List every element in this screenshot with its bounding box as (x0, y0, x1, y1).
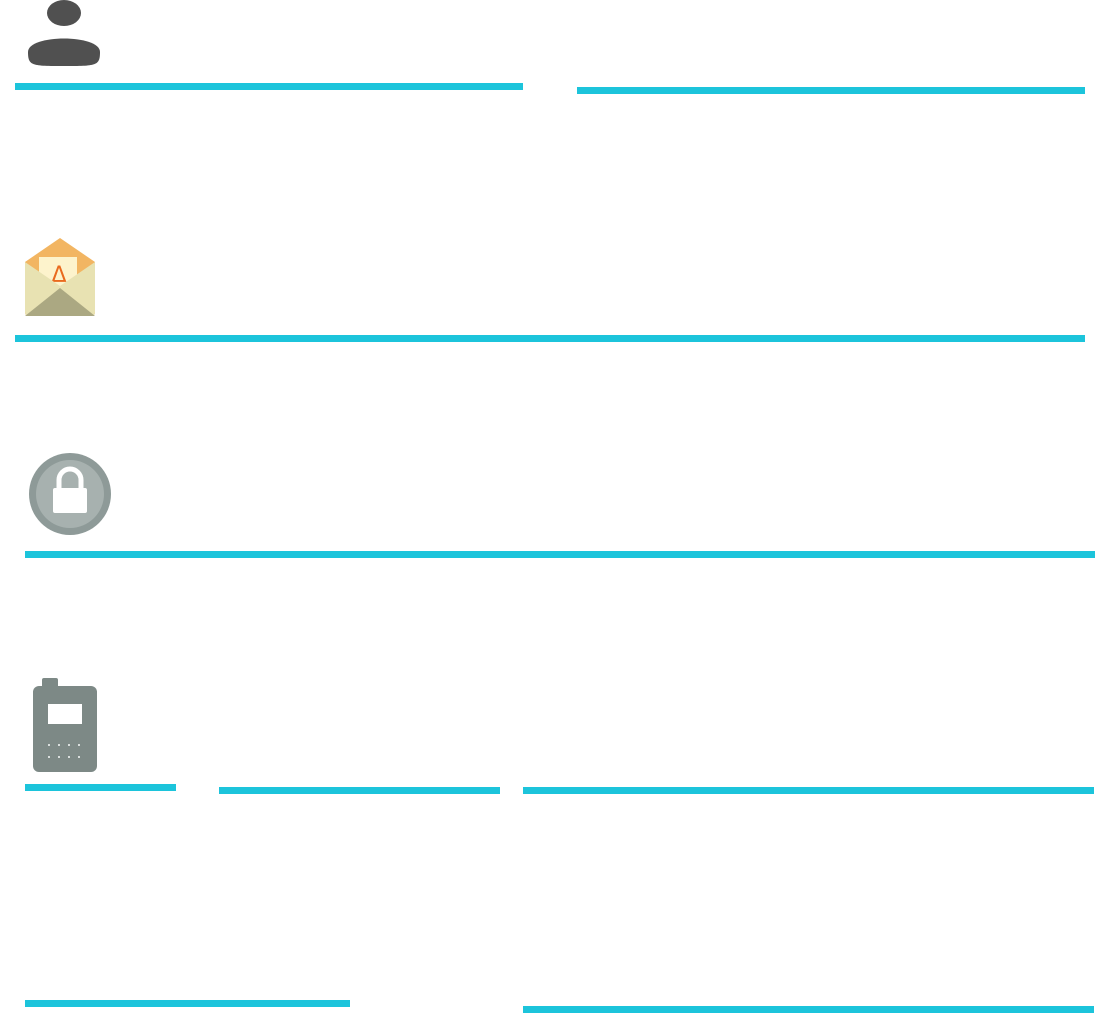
email-underline (15, 335, 1085, 342)
phone-number-underline (523, 787, 1094, 794)
first-name-underline (15, 83, 523, 90)
area-code-input[interactable] (219, 747, 500, 787)
last-name-underline (577, 87, 1085, 94)
country-code-input[interactable] (25, 744, 176, 784)
email-input[interactable] (15, 296, 1085, 336)
extra-left-underline (25, 1000, 350, 1007)
phone-number-input[interactable] (523, 747, 1094, 787)
country-code-underline (25, 784, 176, 791)
first-name-input[interactable] (15, 44, 523, 84)
last-name-input[interactable] (577, 48, 1085, 88)
extra-right-underline (523, 1006, 1094, 1013)
password-underline (25, 551, 1095, 558)
password-input[interactable] (25, 512, 1095, 552)
area-code-underline (219, 787, 500, 794)
extra-left-input[interactable] (25, 960, 350, 1000)
extra-right-input[interactable] (523, 966, 1094, 1006)
